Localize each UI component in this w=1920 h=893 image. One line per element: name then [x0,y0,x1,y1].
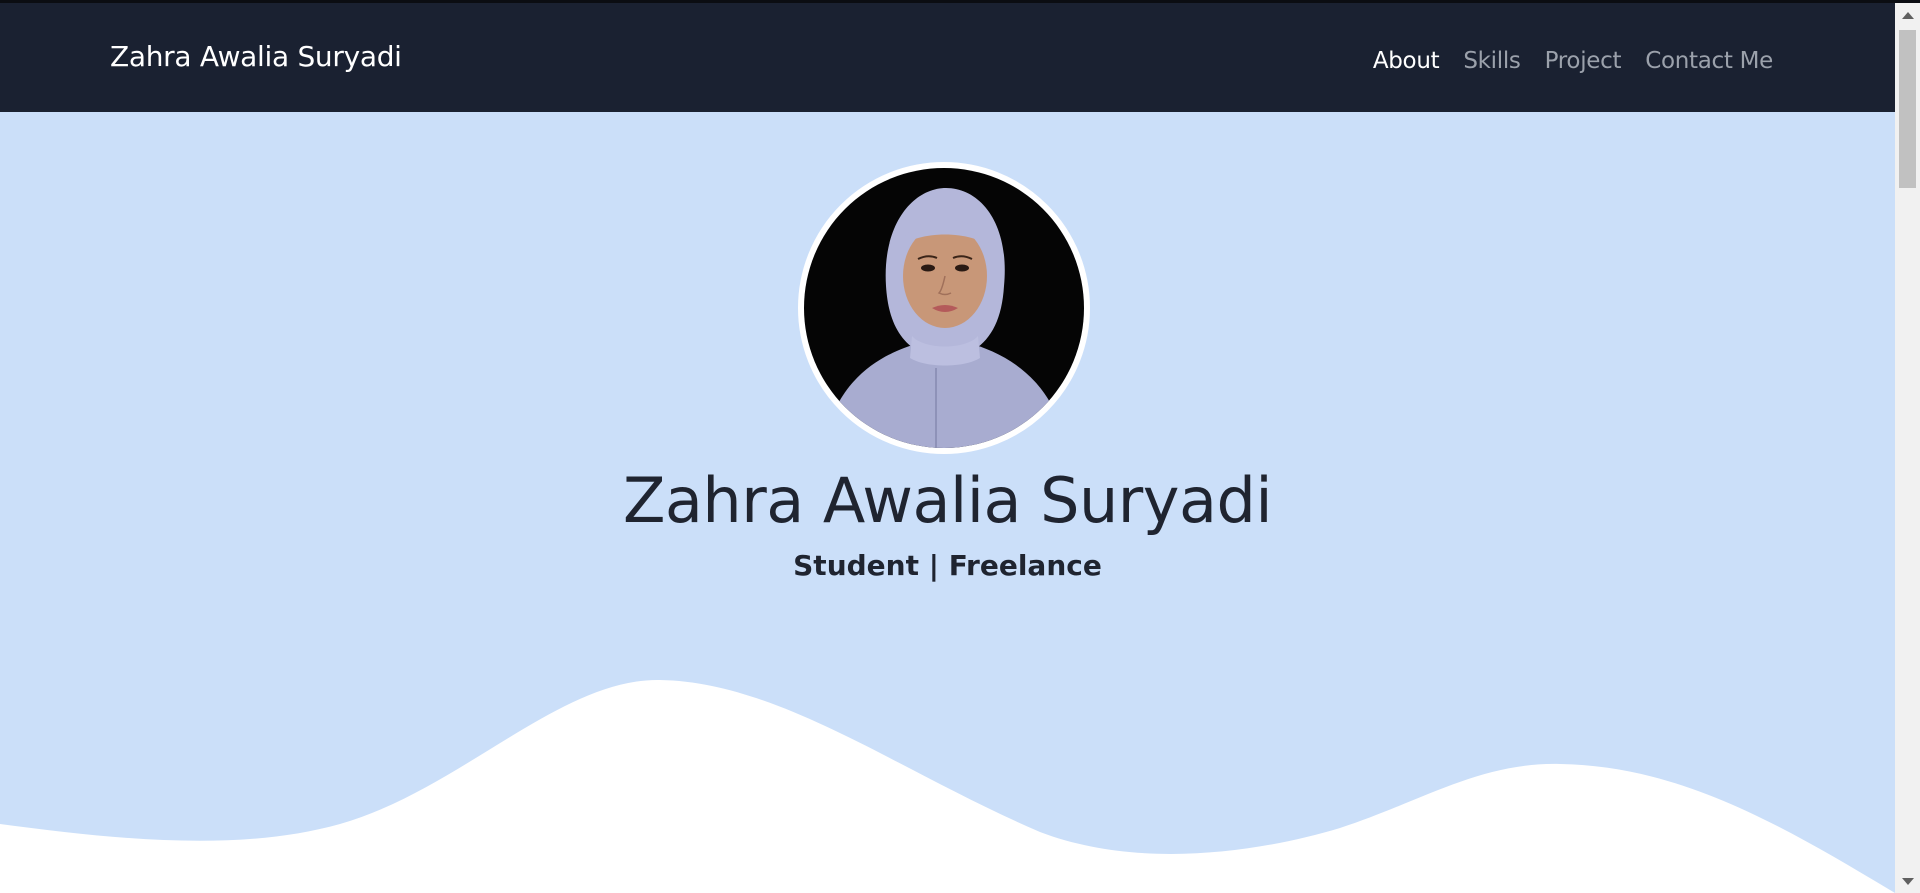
profile-photo-icon [804,168,1084,448]
nav-link-project[interactable]: Project [1545,48,1622,74]
hero-section: Zahra Awalia Suryadi Student | Freelance [0,112,1895,893]
nav-links: About Skills Project Contact Me [1373,48,1773,74]
scrollbar-thumb[interactable] [1899,30,1916,188]
avatar [798,162,1090,454]
hero-subtitle: Student | Freelance [793,549,1102,582]
page: Zahra Awalia Suryadi About Skills Projec… [0,0,1895,893]
scroll-up-arrow-icon[interactable] [1902,12,1914,19]
nav-link-about[interactable]: About [1373,48,1440,74]
navbar: Zahra Awalia Suryadi About Skills Projec… [0,3,1895,112]
scroll-down-arrow-icon[interactable] [1902,878,1914,885]
brand-link[interactable]: Zahra Awalia Suryadi [110,40,402,73]
nav-link-contact-me[interactable]: Contact Me [1645,48,1773,74]
nav-link-skills[interactable]: Skills [1463,48,1521,74]
hero-title: Zahra Awalia Suryadi [622,464,1273,537]
vertical-scrollbar[interactable] [1895,3,1920,893]
